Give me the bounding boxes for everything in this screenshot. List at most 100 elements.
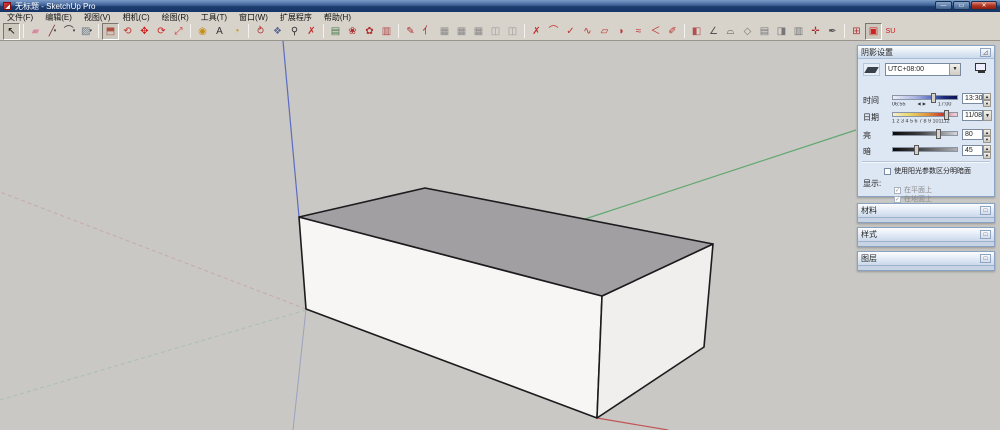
shadow-display-button[interactable]: ▣ xyxy=(865,22,882,40)
arc-edit-tool-icon: ⌓ xyxy=(726,25,735,37)
tray-expand-icon[interactable]: □ xyxy=(980,206,991,215)
cube-tool[interactable]: ◇ xyxy=(739,23,756,40)
menu-help[interactable]: 帮助(H) xyxy=(324,12,351,23)
date-value-field[interactable]: 11/08 xyxy=(962,110,983,121)
menu-window[interactable]: 窗口(W) xyxy=(239,12,268,23)
menu-view[interactable]: 视图(V) xyxy=(84,12,111,23)
timezone-select[interactable]: UTC+08:00 ▼ xyxy=(885,63,961,76)
chevron-down-icon[interactable]: ▾ xyxy=(89,23,92,40)
toggle-shadows-button[interactable] xyxy=(863,63,880,76)
time-spinner[interactable]: ▲ ▼ xyxy=(983,93,991,107)
text-tool[interactable]: A xyxy=(211,23,228,40)
panel-collapse-icon[interactable]: ◿ xyxy=(980,47,991,57)
suapp-button[interactable]: SU xyxy=(882,23,899,40)
layers-toolbar-button[interactable]: ⊞ xyxy=(848,23,865,40)
light-slider-handle[interactable] xyxy=(936,129,942,139)
chevron-down-icon[interactable]: ▾ xyxy=(73,23,76,40)
eraser-tool[interactable]: ▰ xyxy=(27,23,44,40)
draw-zigzag-tool[interactable]: ∿ xyxy=(579,23,596,40)
panel-stack-tool-2[interactable]: ◫ xyxy=(504,23,521,40)
tray-expand-icon[interactable]: □ xyxy=(980,254,991,263)
draw-pen-tool[interactable]: ✐ xyxy=(664,23,681,40)
dark-value-field[interactable]: 45 xyxy=(962,145,983,156)
draw-x-tool[interactable]: ✗ xyxy=(528,23,545,40)
sample-paint-tool[interactable]: ◨ xyxy=(773,23,790,40)
draw-angle-tool[interactable]: ＜ xyxy=(647,23,664,40)
select-tool[interactable]: ↖ xyxy=(3,22,20,40)
close-button[interactable]: ✕ xyxy=(971,1,997,10)
rotate-tool[interactable]: ⟳ xyxy=(153,23,170,40)
solid-box-tool[interactable]: ◧ xyxy=(688,23,705,40)
dark-slider-handle[interactable] xyxy=(914,145,920,155)
checkbox-icon[interactable]: ✓ xyxy=(894,186,901,194)
checkbox-icon[interactable]: ✓ xyxy=(894,195,901,203)
chevron-down-icon[interactable]: ▾ xyxy=(54,23,57,40)
light-spinner[interactable]: ▲ ▼ xyxy=(983,129,991,143)
arc-edit-tool[interactable]: ⌓ xyxy=(722,23,739,40)
sketch-pencil-tool[interactable]: ✎ xyxy=(402,23,419,40)
scenes-button[interactable]: ▥ xyxy=(378,23,395,40)
panel-stack-tool-1[interactable]: ◫ xyxy=(487,23,504,40)
grid-tool-3[interactable]: ▦ xyxy=(470,23,487,40)
rectangle-tool[interactable]: ▨ ▾ xyxy=(78,23,95,40)
tray-layers-header[interactable]: 图层 □ xyxy=(858,252,994,265)
maximize-button[interactable]: ▭ xyxy=(953,1,970,10)
date-slider[interactable] xyxy=(892,110,958,120)
pages-tool[interactable]: ▤ xyxy=(756,23,773,40)
pan-tool[interactable]: ❖ xyxy=(269,23,286,40)
minimize-button[interactable]: — xyxy=(935,1,952,10)
draw-shape-tool[interactable]: ◗ xyxy=(613,23,630,40)
bevel-tool[interactable]: ∠ xyxy=(705,23,722,40)
date-dropdown-button[interactable]: ▼ xyxy=(983,110,992,121)
modeling-viewport[interactable]: 阴影设置 ◿ UTC+08:00 ▼ 时间 06:55 ◄► 17:00 13:… xyxy=(0,41,1000,430)
details-toggle-button[interactable] xyxy=(975,63,988,75)
grid-tool-2[interactable]: ▦ xyxy=(453,23,470,40)
follow-me-tool[interactable]: ⟲ xyxy=(119,23,136,40)
viewport-canvas[interactable] xyxy=(0,41,1000,430)
time-value-field[interactable]: 13:30 xyxy=(962,93,983,104)
checkbox-icon[interactable] xyxy=(884,167,891,175)
menu-edit[interactable]: 编辑(E) xyxy=(45,12,72,23)
materials-button[interactable]: ✿ xyxy=(361,23,378,40)
tape-measure-tool[interactable]: ◉ xyxy=(194,23,211,40)
zoom-tool[interactable]: ⚲ xyxy=(286,23,303,40)
menu-extensions[interactable]: 扩展程序 xyxy=(280,12,312,23)
chevron-down-icon[interactable]: ▼ xyxy=(949,64,960,75)
scale-tool[interactable]: ⤢ xyxy=(170,23,187,40)
move-tool[interactable]: ✥ xyxy=(136,23,153,40)
push-pull-tool[interactable]: ⬒ xyxy=(102,22,119,40)
pen-tool[interactable]: ✒ xyxy=(824,23,841,40)
walkthrough-tool[interactable]: 亻 xyxy=(419,23,436,40)
menu-file[interactable]: 文件(F) xyxy=(7,12,33,23)
grid-tool-2-icon: ▦ xyxy=(456,25,467,37)
shadow-settings-header[interactable]: 阴影设置 ◿ xyxy=(858,46,994,59)
line-tool[interactable]: ╱ ▾ xyxy=(44,23,61,40)
draw-check-tool[interactable]: ✓ xyxy=(562,23,579,40)
components-button[interactable]: ❀ xyxy=(344,23,361,40)
dark-slider[interactable] xyxy=(892,145,958,155)
axes-tool[interactable]: ✛ xyxy=(807,23,824,40)
shadow-settings-panel: 阴影设置 ◿ UTC+08:00 ▼ 时间 06:55 ◄► 17:00 13:… xyxy=(857,45,995,212)
dark-spinner[interactable]: ▲ ▼ xyxy=(983,145,991,159)
draw-spring-tool[interactable]: ≈ xyxy=(630,23,647,40)
time-slider[interactable] xyxy=(892,93,958,103)
menu-tools[interactable]: 工具(T) xyxy=(201,12,227,23)
light-slider[interactable] xyxy=(892,129,958,139)
draw-arc-tool[interactable]: ⌒ xyxy=(545,23,562,40)
draw-polygon-tool[interactable]: ▱ xyxy=(596,23,613,40)
component-browser-button[interactable]: ▤ xyxy=(327,23,344,40)
grid-tool-1[interactable]: ▦ xyxy=(436,23,453,40)
menu-draw[interactable]: 绘图(R) xyxy=(162,12,189,23)
tray-materials-header[interactable]: 材料 □ xyxy=(858,204,994,217)
grid-sample-tool[interactable]: ▥ xyxy=(790,23,807,40)
protractor-tool[interactable]: ◔ xyxy=(228,23,245,40)
menu-camera[interactable]: 相机(C) xyxy=(123,12,150,23)
arc-tool[interactable]: ⌒ ▾ xyxy=(61,23,78,40)
titlebar[interactable]: 无标题 - SketchUp Pro — ▭ ✕ xyxy=(0,0,1000,12)
tray-styles-header[interactable]: 样式 □ xyxy=(858,228,994,241)
orbit-tool[interactable]: ⥁ xyxy=(252,23,269,40)
use-sun-checkbox[interactable]: 使用阳光参数区分明暗面 xyxy=(884,166,971,176)
zoom-extents-tool[interactable]: ✗ xyxy=(303,23,320,40)
tray-expand-icon[interactable]: □ xyxy=(980,230,991,239)
light-value-field[interactable]: 80 xyxy=(962,129,983,140)
